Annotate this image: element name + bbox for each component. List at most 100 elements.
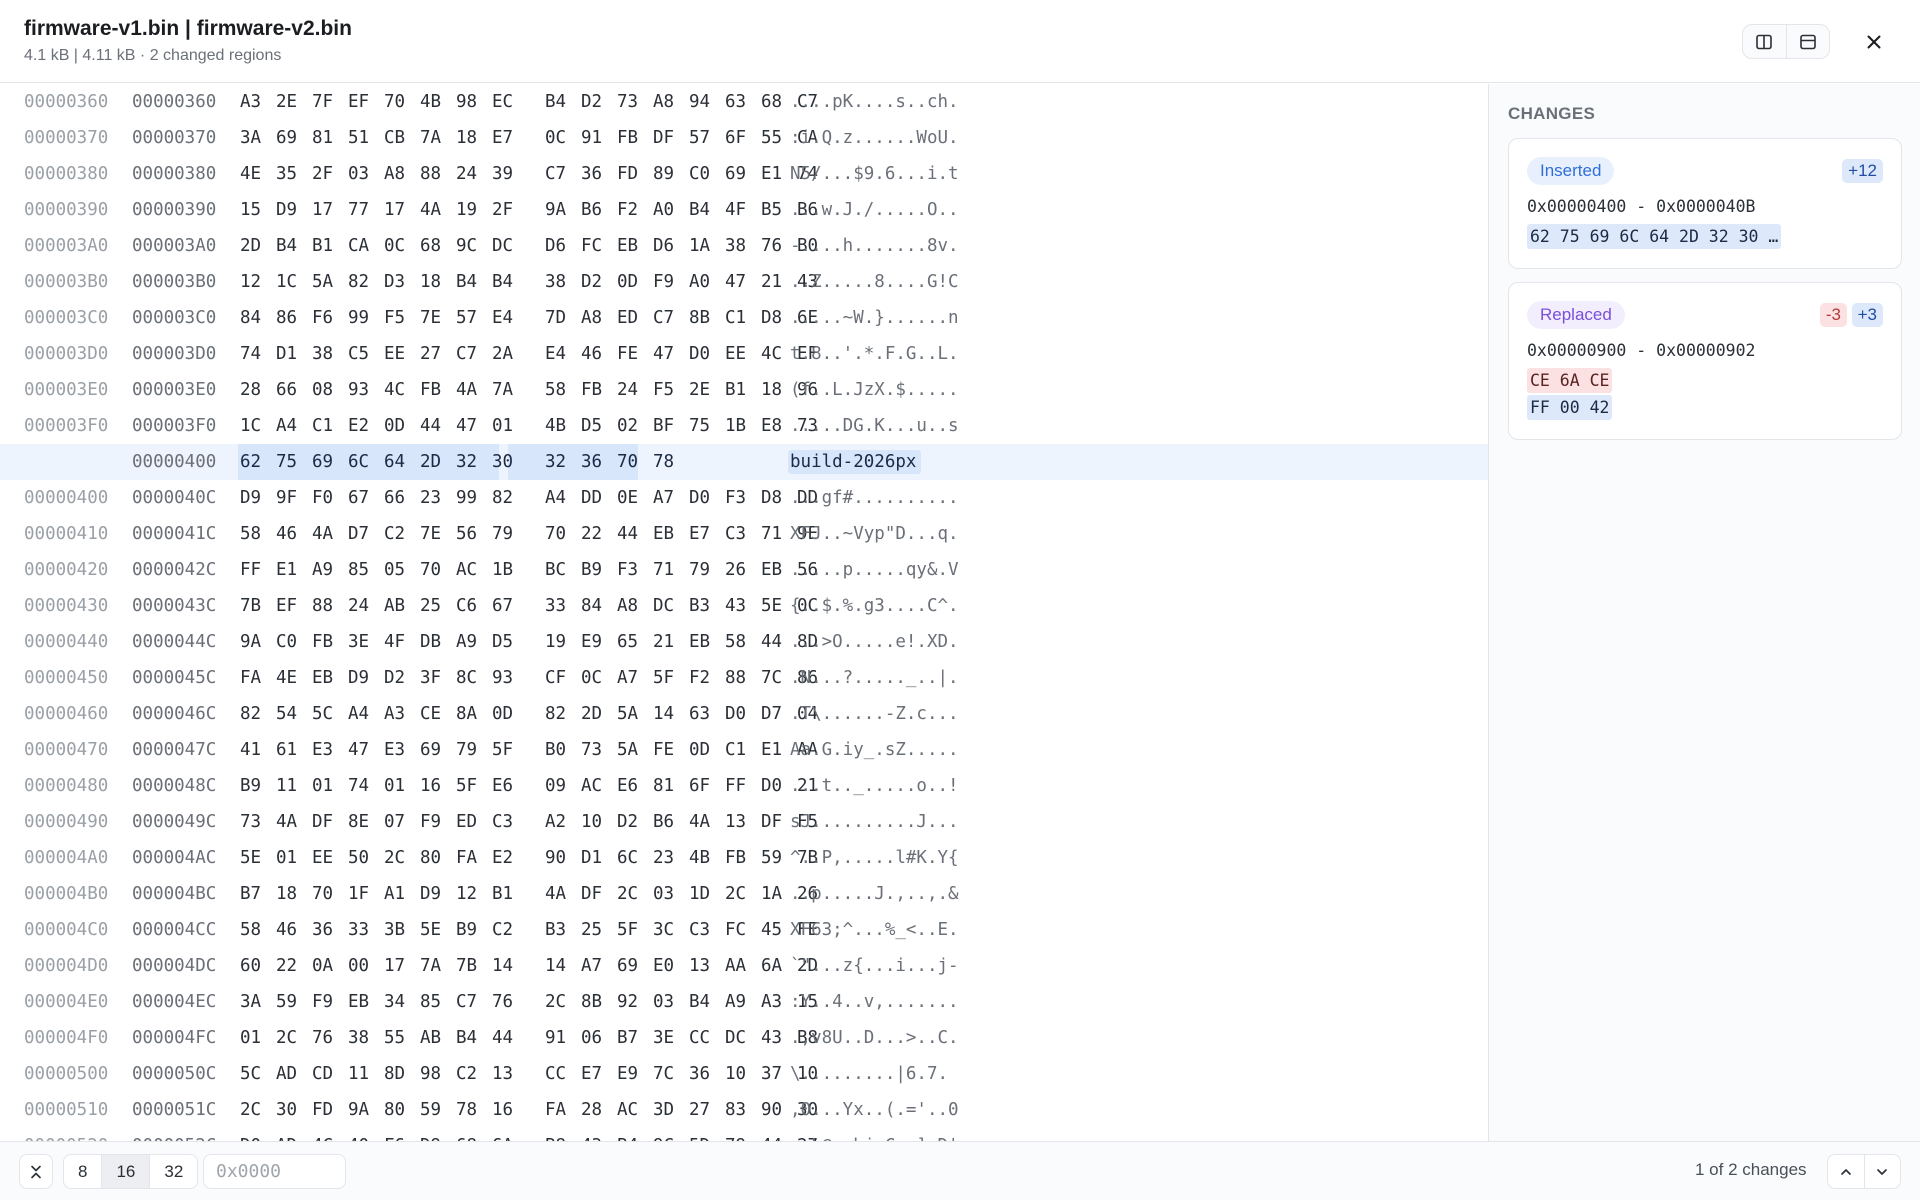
- hex-byte[interactable]: 75: [276, 444, 300, 480]
- hex-byte[interactable]: E3: [312, 732, 336, 768]
- hex-byte[interactable]: 4E: [240, 156, 264, 192]
- hex-byte[interactable]: FA: [240, 660, 264, 696]
- hex-byte[interactable]: 24: [348, 588, 372, 624]
- hex-byte[interactable]: 44: [420, 408, 444, 444]
- hex-byte[interactable]: 0C: [545, 120, 569, 156]
- hex-byte[interactable]: 16: [420, 768, 444, 804]
- hex-byte[interactable]: 18: [761, 372, 785, 408]
- hex-byte[interactable]: ED: [456, 804, 480, 840]
- hex-byte[interactable]: CD: [312, 1056, 336, 1092]
- hex-byte[interactable]: 68: [761, 84, 785, 120]
- hex-byte[interactable]: 62: [240, 444, 264, 480]
- hex-byte[interactable]: 79: [725, 1128, 749, 1141]
- hex-byte[interactable]: 4B: [420, 84, 444, 120]
- hex-byte[interactable]: FD: [312, 1092, 336, 1128]
- hex-byte[interactable]: 38: [312, 336, 336, 372]
- hex-byte[interactable]: 83: [725, 1092, 749, 1128]
- hex-byte[interactable]: C3: [725, 516, 749, 552]
- hex-byte[interactable]: 01: [384, 768, 408, 804]
- hex-byte[interactable]: 70: [384, 84, 408, 120]
- hex-byte[interactable]: 99: [456, 480, 480, 516]
- hex-byte[interactable]: A2: [545, 804, 569, 840]
- previous-change-button[interactable]: [1828, 1155, 1864, 1188]
- width-option-16[interactable]: 16: [101, 1155, 150, 1188]
- hex-byte[interactable]: 4A: [545, 876, 569, 912]
- hex-byte[interactable]: 02: [617, 408, 641, 444]
- hex-byte[interactable]: 24: [456, 156, 480, 192]
- hex-byte[interactable]: [689, 444, 713, 480]
- hex-byte[interactable]: 98: [420, 1056, 444, 1092]
- hex-byte[interactable]: 23: [420, 480, 444, 516]
- hex-byte[interactable]: F5: [653, 372, 677, 408]
- hex-byte[interactable]: D6: [653, 228, 677, 264]
- hex-byte[interactable]: 07: [384, 804, 408, 840]
- hex-byte[interactable]: C2: [456, 1056, 480, 1092]
- hex-byte[interactable]: D6: [545, 228, 569, 264]
- hex-byte[interactable]: 2C: [384, 840, 408, 876]
- hex-byte[interactable]: EB: [653, 516, 677, 552]
- hex-byte[interactable]: 38: [545, 264, 569, 300]
- hex-byte[interactable]: [725, 444, 749, 480]
- hex-byte[interactable]: 03: [348, 156, 372, 192]
- hex-byte[interactable]: AD: [276, 1128, 300, 1141]
- hex-byte[interactable]: FF: [725, 768, 749, 804]
- hex-byte[interactable]: 19: [456, 192, 480, 228]
- hex-byte[interactable]: 59: [276, 984, 300, 1020]
- hex-byte[interactable]: AA: [725, 948, 749, 984]
- hex-byte[interactable]: 50: [348, 840, 372, 876]
- hex-byte[interactable]: CA: [348, 228, 372, 264]
- hex-byte[interactable]: C2: [384, 516, 408, 552]
- hex-row[interactable]: 000003A0 000003A0 2D B4 B1 CA 0C 68 9C DC D6 FC EB D6…: [0, 228, 1488, 264]
- hex-byte[interactable]: 76: [761, 228, 785, 264]
- hex-byte[interactable]: 8C: [456, 660, 480, 696]
- hex-byte[interactable]: 91: [581, 120, 605, 156]
- hex-byte[interactable]: 4A: [312, 516, 336, 552]
- hex-byte[interactable]: 57: [456, 300, 480, 336]
- hex-byte[interactable]: 28: [240, 372, 264, 408]
- hex-byte[interactable]: 71: [653, 552, 677, 588]
- hex-byte[interactable]: 44: [617, 516, 641, 552]
- hex-byte[interactable]: 6F: [689, 768, 713, 804]
- hex-byte[interactable]: FC: [581, 228, 605, 264]
- change-card-replaced[interactable]: Replaced -3 +3 0x00000900 - 0x00000902 C…: [1508, 282, 1902, 440]
- hex-byte[interactable]: 92: [617, 984, 641, 1020]
- hex-byte[interactable]: D2: [384, 660, 408, 696]
- hex-byte[interactable]: 82: [240, 696, 264, 732]
- inserted-row[interactable]: 00000400 62 75 69 6C 64 2D 32 30 32 36 70 78 build-20…: [0, 444, 1488, 480]
- hex-byte[interactable]: B4: [689, 192, 713, 228]
- hex-byte[interactable]: 5A: [617, 696, 641, 732]
- hex-byte[interactable]: 4C: [312, 1128, 336, 1141]
- hex-byte[interactable]: 37: [761, 1056, 785, 1092]
- hex-byte[interactable]: C7: [545, 156, 569, 192]
- hex-byte[interactable]: E4: [545, 336, 569, 372]
- hex-byte[interactable]: A3: [384, 696, 408, 732]
- hex-byte[interactable]: E7: [492, 120, 516, 156]
- hex-byte[interactable]: A4: [348, 696, 372, 732]
- hex-byte[interactable]: 25: [420, 588, 444, 624]
- hex-byte[interactable]: A1: [384, 876, 408, 912]
- hex-byte[interactable]: 5F: [456, 768, 480, 804]
- hex-byte[interactable]: 69: [312, 444, 336, 480]
- hex-byte[interactable]: 69: [420, 732, 444, 768]
- hex-byte[interactable]: 67: [492, 588, 516, 624]
- hex-byte[interactable]: 4E: [276, 660, 300, 696]
- hex-byte[interactable]: EB: [348, 984, 372, 1020]
- hex-byte[interactable]: CB: [384, 120, 408, 156]
- hex-byte[interactable]: E7: [581, 1056, 605, 1092]
- hex-byte[interactable]: 58: [240, 516, 264, 552]
- hex-byte[interactable]: 13: [689, 948, 713, 984]
- hex-row[interactable]: 000003B0 000003B0 12 1C 5A 82 D3 18 B4 B4 38 D2 0D F9…: [0, 264, 1488, 300]
- hex-byte[interactable]: 34: [384, 984, 408, 1020]
- hex-row[interactable]: 00000360 00000360 A3 2E 7F EF 70 4B 98 EC B4 D2 73 A8…: [0, 84, 1488, 120]
- hex-byte[interactable]: FB: [581, 372, 605, 408]
- hex-byte[interactable]: 68: [420, 228, 444, 264]
- hex-byte[interactable]: 8E: [348, 804, 372, 840]
- hex-byte[interactable]: FB: [617, 120, 641, 156]
- hex-byte[interactable]: D0: [689, 336, 713, 372]
- hex-byte[interactable]: 7A: [420, 120, 444, 156]
- hex-byte[interactable]: E0: [653, 948, 677, 984]
- hex-byte[interactable]: 22: [276, 948, 300, 984]
- hex-byte[interactable]: 3E: [348, 624, 372, 660]
- hex-byte[interactable]: 94: [689, 84, 713, 120]
- hex-byte[interactable]: A4: [276, 408, 300, 444]
